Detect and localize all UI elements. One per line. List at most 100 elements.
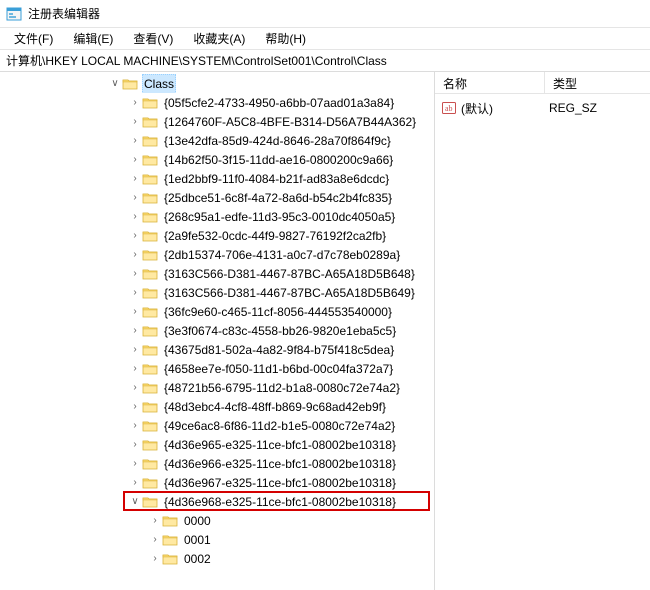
tree-item[interactable]: › {48d3ebc4-4cf8-48ff-b869-9c68ad42eb9f}: [0, 397, 434, 416]
value-row[interactable]: ab(默认)REG_SZ: [435, 98, 650, 118]
tree-item[interactable]: › {4d36e966-e325-11ce-bfc1-08002be10318}: [0, 454, 434, 473]
tree-item[interactable]: ›{1ed2bbf9-11f0-4084-b21f-ad83a8e6dcdc}: [0, 169, 434, 188]
tree-item-label: 0000: [182, 512, 213, 530]
folder-icon: [162, 552, 178, 566]
tree-item-label: {4658ee7e-f050-11d1-b6bd-00c04fa372a7}: [162, 360, 395, 378]
address-bar[interactable]: 计算机\HKEY LOCAL MACHINE\SYSTEM\ControlSet…: [0, 50, 650, 72]
chevron-right-icon[interactable]: ›: [128, 455, 142, 473]
tree-item-label: {48721b56-6795-11d2-b1a8-0080c72e74a2}: [162, 379, 402, 397]
tree-item[interactable]: › {36fc9e60-c465-11cf-8056-444553540000}: [0, 302, 434, 321]
folder-icon: [142, 172, 158, 186]
chevron-right-icon[interactable]: ›: [128, 284, 142, 302]
chevron-right-icon[interactable]: ›: [128, 265, 142, 283]
tree-item[interactable]: ›{13e42dfa-85d9-424d-8646-28a70f864f9c}: [0, 131, 434, 150]
chevron-right-icon[interactable]: ›: [128, 474, 142, 492]
tree-item-label: {2db15374-706e-4131-a0c7-d7c78eb0289a}: [162, 246, 402, 264]
values-header: 名称 类型: [435, 72, 650, 94]
chevron-right-icon[interactable]: ›: [128, 417, 142, 435]
chevron-right-icon[interactable]: ›: [128, 151, 142, 169]
chevron-right-icon[interactable]: ›: [128, 398, 142, 416]
chevron-down-icon[interactable]: ∨: [128, 493, 142, 511]
chevron-down-icon[interactable]: ∨: [108, 75, 122, 93]
chevron-right-icon[interactable]: ›: [128, 436, 142, 454]
chevron-right-icon[interactable]: ›: [128, 322, 142, 340]
folder-icon: [142, 343, 158, 357]
menu-favorites[interactable]: 收藏夹(A): [183, 28, 255, 49]
tree-item[interactable]: › {48721b56-6795-11d2-b1a8-0080c72e74a2}: [0, 378, 434, 397]
folder-icon: [162, 514, 178, 528]
chevron-right-icon[interactable]: ›: [128, 189, 142, 207]
chevron-right-icon[interactable]: ›: [128, 379, 142, 397]
chevron-right-icon[interactable]: ›: [128, 208, 142, 226]
column-type[interactable]: 类型: [545, 72, 650, 93]
chevron-right-icon[interactable]: ›: [148, 512, 162, 530]
tree-item-label: {268c95a1-edfe-11d3-95c3-0010dc4050a5}: [162, 208, 397, 226]
tree-item-label: {49ce6ac8-6f86-11d2-b1e5-0080c72e74a2}: [162, 417, 397, 435]
tree-item[interactable]: ›{4d36e965-e325-11ce-bfc1-08002be10318}: [0, 435, 434, 454]
folder-icon: [142, 210, 158, 224]
chevron-right-icon[interactable]: ›: [128, 170, 142, 188]
folder-icon: [142, 115, 158, 129]
tree-item[interactable]: › {268c95a1-edfe-11d3-95c3-0010dc4050a5}: [0, 207, 434, 226]
folder-icon: [142, 134, 158, 148]
tree-item[interactable]: › {49ce6ac8-6f86-11d2-b1e5-0080c72e74a2}: [0, 416, 434, 435]
tree-item[interactable]: ›{14b62f50-3f15-11dd-ae16-0800200c9a66}: [0, 150, 434, 169]
address-path: 计算机\HKEY LOCAL MACHINE\SYSTEM\ControlSet…: [6, 54, 387, 68]
chevron-right-icon[interactable]: ›: [128, 113, 142, 131]
tree-item[interactable]: › {3e3f0674-c83c-4558-bb26-9820e1eba5c5}: [0, 321, 434, 340]
tree-item[interactable]: ›{43675d81-502a-4a82-9f84-b75f418c5dea}: [0, 340, 434, 359]
tree-item[interactable]: › 0000: [0, 511, 434, 530]
tree-item[interactable]: › 0001: [0, 530, 434, 549]
tree-pane[interactable]: ∨Class›{05f5cfe2-4733-4950-a6bb-07aad01a…: [0, 72, 435, 590]
chevron-right-icon[interactable]: ›: [148, 531, 162, 549]
tree-item[interactable]: › {2db15374-706e-4131-a0c7-d7c78eb0289a}: [0, 245, 434, 264]
string-value-icon: ab: [441, 100, 457, 116]
menu-file[interactable]: 文件(F): [4, 28, 63, 49]
values-list: ab(默认)REG_SZ: [435, 94, 650, 122]
folder-icon: [142, 229, 158, 243]
column-name[interactable]: 名称: [435, 72, 545, 93]
chevron-right-icon[interactable]: ›: [128, 132, 142, 150]
tree-item-label: {4d36e968-e325-11ce-bfc1-08002be10318}: [162, 493, 398, 511]
folder-icon: [142, 457, 158, 471]
tree-item-label: {2a9fe532-0cdc-44f9-9827-76192f2ca2fb}: [162, 227, 388, 245]
tree-item-label: {4d36e966-e325-11ce-bfc1-08002be10318}: [162, 455, 398, 473]
tree-item[interactable]: › {25dbce51-6c8f-4a72-8a6d-b54c2b4fc835}: [0, 188, 434, 207]
regedit-icon: [6, 6, 22, 22]
chevron-right-icon[interactable]: ›: [128, 94, 142, 112]
chevron-right-icon[interactable]: ›: [128, 341, 142, 359]
folder-icon: [142, 438, 158, 452]
tree-item-label: {25dbce51-6c8f-4a72-8a6d-b54c2b4fc835}: [162, 189, 394, 207]
tree-item-label: {36fc9e60-c465-11cf-8056-444553540000}: [162, 303, 394, 321]
tree-item[interactable]: ›{1264760F-A5C8-4BFE-B314-D56A7B44A362}: [0, 112, 434, 131]
folder-icon: [142, 362, 158, 376]
tree-item[interactable]: › {4658ee7e-f050-11d1-b6bd-00c04fa372a7}: [0, 359, 434, 378]
folder-icon: [142, 267, 158, 281]
tree-item[interactable]: › {2a9fe532-0cdc-44f9-9827-76192f2ca2fb}: [0, 226, 434, 245]
tree-item[interactable]: ›{4d36e967-e325-11ce-bfc1-08002be10318}: [0, 473, 434, 492]
tree-item-label: {3e3f0674-c83c-4558-bb26-9820e1eba5c5}: [162, 322, 398, 340]
folder-icon: [142, 96, 158, 110]
chevron-right-icon[interactable]: ›: [128, 360, 142, 378]
chevron-right-icon[interactable]: ›: [128, 227, 142, 245]
menu-view[interactable]: 查看(V): [123, 28, 183, 49]
registry-tree: ∨Class›{05f5cfe2-4733-4950-a6bb-07aad01a…: [0, 72, 434, 568]
folder-icon: [142, 495, 158, 509]
folder-icon: [142, 419, 158, 433]
folder-icon: [142, 324, 158, 338]
tree-item[interactable]: ›{05f5cfe2-4733-4950-a6bb-07aad01a3a84}: [0, 93, 434, 112]
menu-edit[interactable]: 编辑(E): [63, 28, 123, 49]
tree-item-label: {48d3ebc4-4cf8-48ff-b869-9c68ad42eb9f}: [162, 398, 388, 416]
tree-item[interactable]: ›{3163C566-D381-4467-87BC-A65A18D5B648}: [0, 264, 434, 283]
chevron-right-icon[interactable]: ›: [128, 246, 142, 264]
chevron-right-icon[interactable]: ›: [128, 303, 142, 321]
tree-item-label: 0001: [182, 531, 213, 549]
tree-item[interactable]: ∨ {4d36e968-e325-11ce-bfc1-08002be10318}: [0, 492, 434, 511]
chevron-right-icon[interactable]: ›: [148, 550, 162, 568]
tree-item-class[interactable]: ∨Class: [0, 74, 434, 93]
tree-item[interactable]: ›{3163C566-D381-4467-87BC-A65A18D5B649}: [0, 283, 434, 302]
menu-help[interactable]: 帮助(H): [255, 28, 316, 49]
values-pane[interactable]: 名称 类型 ab(默认)REG_SZ: [435, 72, 650, 590]
tree-item[interactable]: ›0002: [0, 549, 434, 568]
value-name: (默认): [461, 100, 545, 117]
